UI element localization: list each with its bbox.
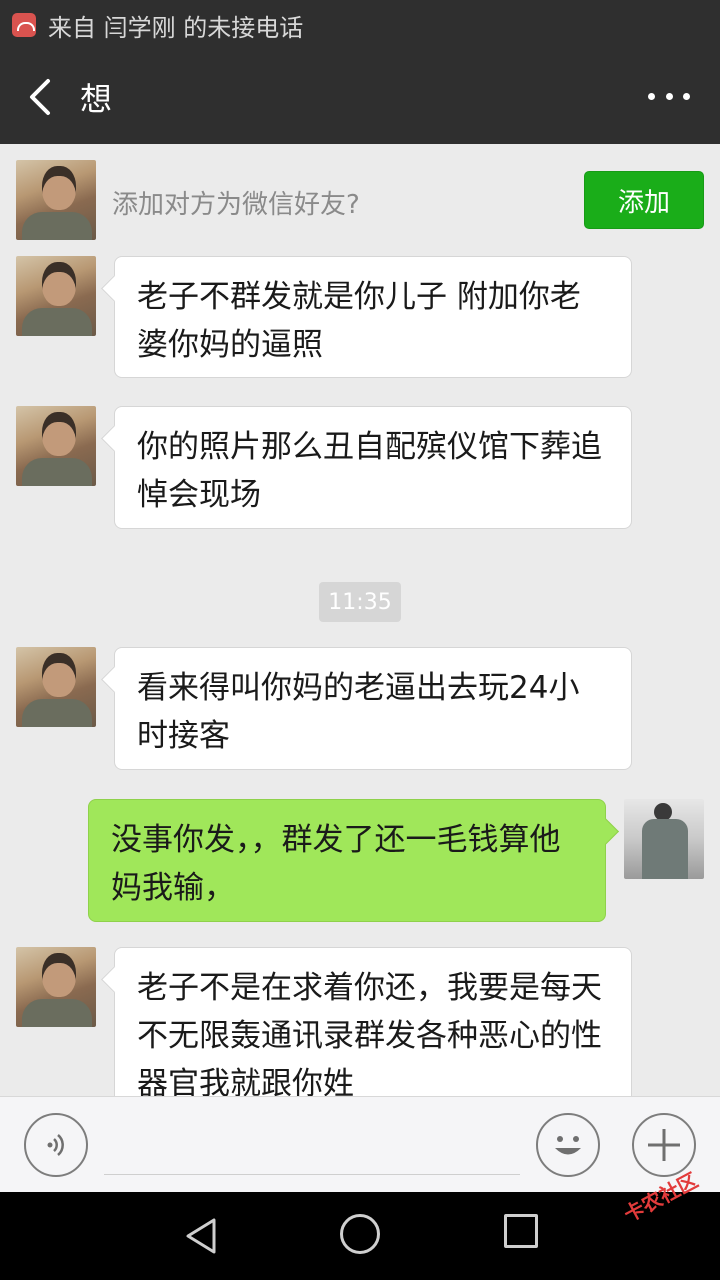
my-avatar[interactable]: [624, 799, 704, 879]
smiley-icon: [555, 1136, 581, 1155]
status-bar: 来自 闫学刚 的未接电话: [0, 0, 720, 50]
contact-avatar[interactable]: [16, 947, 96, 1027]
add-friend-button[interactable]: 添加: [584, 171, 704, 229]
nav-home-icon[interactable]: [340, 1214, 380, 1254]
incoming-message-bubble[interactable]: 你的照片那么丑自配殡仪馆下葬追悼会现场: [114, 406, 632, 529]
add-friend-prompt: 添加对方为微信好友?: [112, 190, 360, 220]
incoming-message-bubble[interactable]: 老子不是在求着你还，我要是每天不无限轰通讯录群发各种恶心的性器官我就跟你姓: [114, 947, 632, 1096]
incoming-message-bubble[interactable]: 老子不群发就是你儿子 附加你老婆你妈的逼照: [114, 256, 632, 378]
input-bar: [0, 1096, 720, 1192]
missed-call-icon: [12, 13, 36, 37]
back-arrow-icon[interactable]: [10, 50, 70, 144]
chat-header: 想: [0, 50, 720, 144]
contact-avatar[interactable]: [16, 160, 96, 240]
incoming-message-bubble[interactable]: 看来得叫你妈的老逼出去玩24小时接客: [114, 647, 632, 770]
outgoing-message-bubble[interactable]: 没事你发，，群发了还一毛钱算他妈我输，: [88, 799, 606, 922]
nav-back-icon[interactable]: [180, 1214, 224, 1258]
chat-area[interactable]: 老子不群发就是你儿子 附加你老婆你妈的逼照 你的照片那么丑自配殡仪馆下葬追悼会现…: [0, 144, 720, 1096]
contact-avatar[interactable]: [16, 647, 96, 727]
add-friend-banner: 添加对方为微信好友? 添加: [0, 144, 720, 256]
contact-avatar[interactable]: [16, 406, 96, 486]
missed-call-notification[interactable]: 来自 闫学刚 的未接电话: [48, 8, 303, 43]
message-input[interactable]: [104, 1121, 520, 1175]
emoji-button[interactable]: [536, 1113, 600, 1177]
system-nav-bar: [0, 1192, 720, 1280]
nav-recent-apps-icon[interactable]: [504, 1214, 538, 1248]
voice-input-button[interactable]: [24, 1113, 88, 1177]
voice-icon: [47, 1134, 64, 1156]
timestamp-badge: 11:35: [319, 582, 401, 622]
chat-title: 想: [80, 80, 113, 118]
contact-avatar[interactable]: [16, 256, 96, 336]
more-options-icon[interactable]: [648, 90, 690, 102]
